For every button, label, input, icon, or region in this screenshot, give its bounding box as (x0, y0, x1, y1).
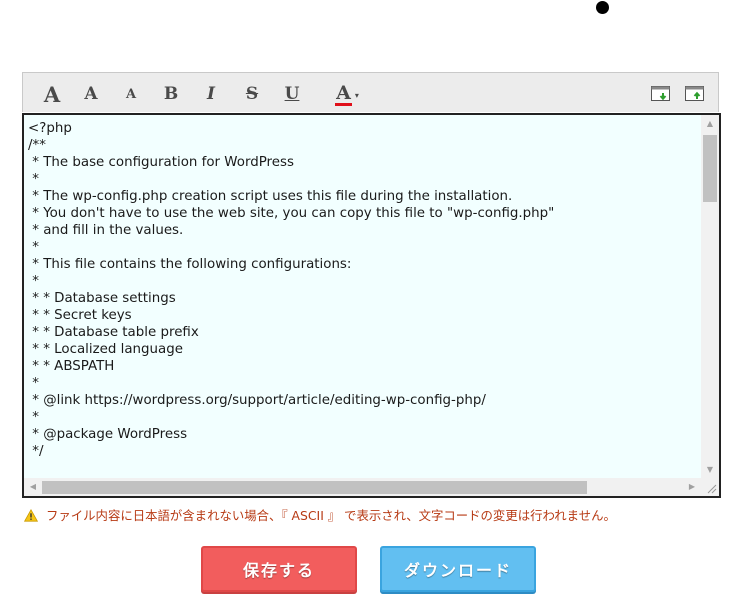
chevron-down-icon: ▾ (354, 90, 359, 100)
font-color-button[interactable]: A ▾ (329, 81, 365, 107)
font-color-icon: A (335, 81, 352, 106)
vertical-scrollbar[interactable]: ▲ ▼ (701, 115, 719, 478)
vertical-scroll-thumb[interactable] (703, 135, 717, 202)
save-button[interactable]: 保存する (201, 546, 357, 592)
warning-icon (24, 508, 38, 522)
code-editor[interactable]: <?php /** * The base configuration for W… (22, 113, 721, 498)
editor-toolbar: A A A B I S U A ▾ (22, 72, 719, 112)
bold-button[interactable]: B (161, 81, 181, 107)
strikethrough-button[interactable]: S (241, 81, 263, 107)
scroll-down-icon[interactable]: ▼ (701, 465, 719, 474)
horizontal-scroll-thumb[interactable] (42, 481, 587, 494)
scroll-right-icon[interactable]: ▶ (683, 482, 701, 491)
font-size-medium-button[interactable]: A (81, 81, 101, 107)
scroll-up-icon[interactable]: ▲ (701, 119, 719, 128)
encoding-warning: ファイル内容に日本語が含まれない場合、『 ASCII 』 で表示され、文字コード… (24, 506, 616, 524)
warning-text: ファイル内容に日本語が含まれない場合、『 ASCII 』 で表示され、文字コード… (46, 508, 616, 523)
file-download-icon[interactable] (651, 86, 671, 103)
font-size-large-button[interactable]: A (41, 81, 63, 107)
font-size-small-button[interactable]: A (123, 81, 139, 107)
cursor-dot (596, 1, 609, 14)
resize-handle-icon[interactable] (701, 478, 719, 496)
italic-button[interactable]: I (201, 81, 221, 107)
download-button[interactable]: ダウンロード (380, 546, 536, 592)
underline-button[interactable]: U (281, 81, 303, 107)
horizontal-scrollbar[interactable]: ◀ ▶ (24, 478, 701, 496)
scroll-left-icon[interactable]: ◀ (24, 482, 42, 491)
editor-content[interactable]: <?php /** * The base configuration for W… (28, 120, 698, 460)
file-upload-icon[interactable] (685, 86, 705, 103)
